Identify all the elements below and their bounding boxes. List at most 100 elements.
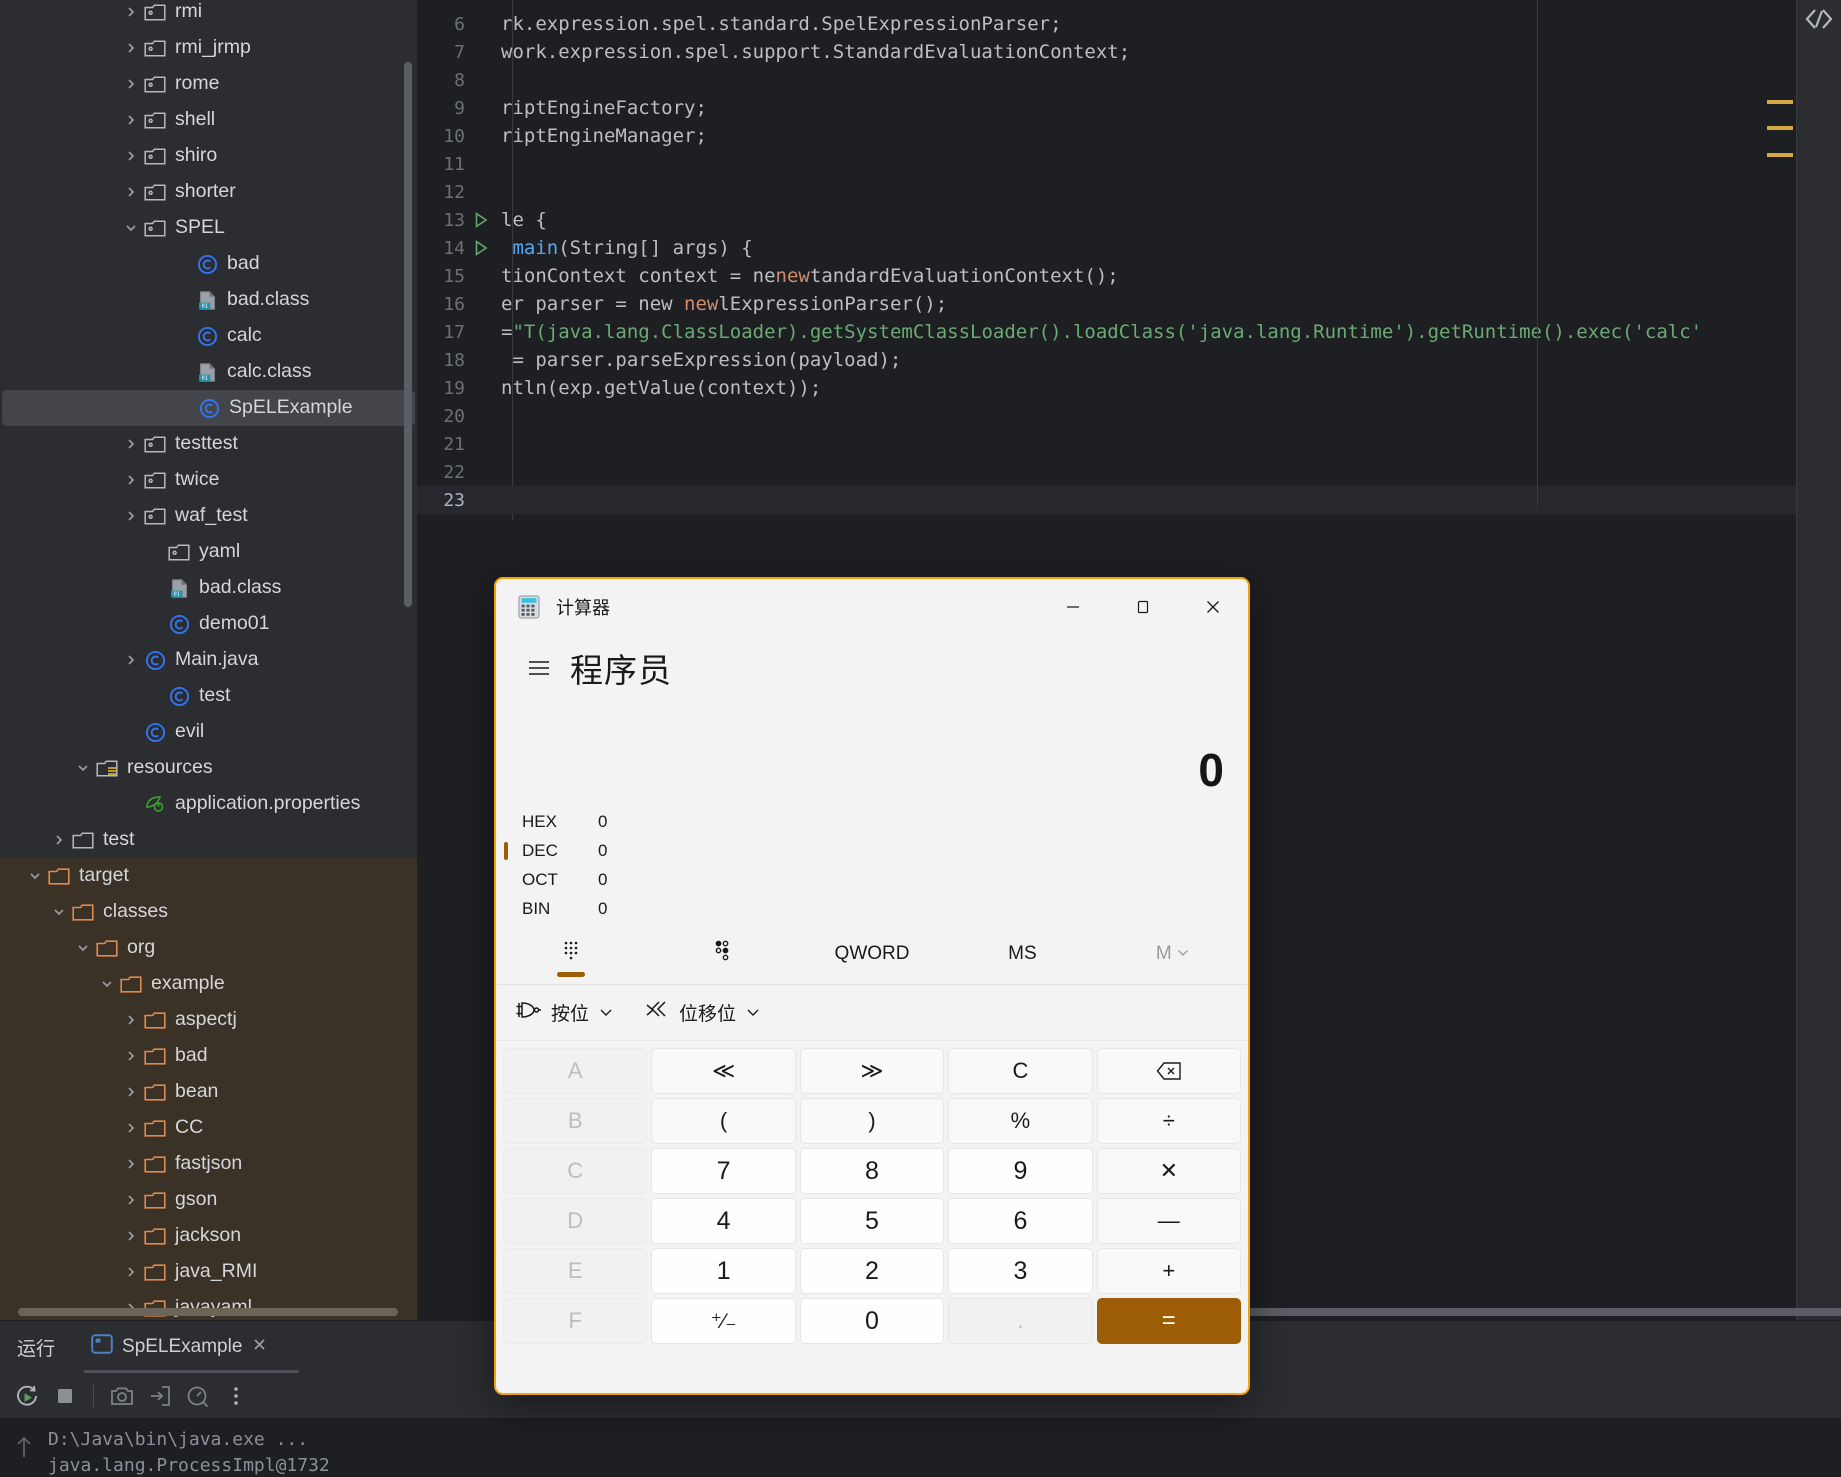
code-line[interactable]: 17 ="T(java.lang.ClassLoader).getSystemCl… (417, 318, 1841, 346)
key-0[interactable]: 0 (799, 1298, 945, 1344)
key-paren-close[interactable]: ) (799, 1098, 945, 1144)
chevron-right-icon[interactable] (120, 1225, 142, 1247)
tree-item-aspectj[interactable]: aspectj (0, 1002, 417, 1038)
maximize-button[interactable] (1108, 579, 1178, 635)
key-equals[interactable]: = (1096, 1298, 1241, 1344)
minimap-panel[interactable] (1797, 0, 1841, 1320)
bitkeypad-tab[interactable] (646, 923, 796, 985)
code-line[interactable]: 10 riptEngineManager; (417, 122, 1841, 150)
close-button[interactable] (1178, 579, 1248, 635)
tree-item-gson[interactable]: gson (0, 1182, 417, 1218)
chevron-down-icon[interactable] (48, 901, 70, 923)
run-gutter-icon[interactable] (465, 211, 497, 229)
radix-row-bin[interactable]: BIN 0 (496, 894, 1248, 923)
calculator-operator-bar[interactable]: 按位 位移位 (496, 985, 1248, 1041)
chevron-right-icon[interactable] (120, 469, 142, 491)
chevron-right-icon[interactable] (120, 1081, 142, 1103)
wordsize-tab[interactable]: QWORD (797, 923, 947, 985)
chevron-down-icon[interactable] (72, 937, 94, 959)
hamburger-icon[interactable] (520, 649, 558, 687)
chevron-right-icon[interactable] (120, 1009, 142, 1031)
warning-marker[interactable] (1767, 100, 1793, 104)
console-scroll-up-icon[interactable] (0, 1419, 48, 1477)
camera-icon[interactable] (103, 1377, 141, 1415)
chevron-right-icon[interactable] (120, 109, 142, 131)
close-icon[interactable] (251, 1336, 268, 1359)
chevron-right-icon[interactable] (120, 433, 142, 455)
key-4[interactable]: 4 (651, 1198, 796, 1244)
code-line[interactable]: 14 main(String[] args) { (417, 234, 1841, 262)
chevron-down-icon[interactable] (24, 865, 46, 887)
tree-item-testtest[interactable]: testtest (0, 426, 417, 462)
tree-item-jackson[interactable]: jackson (0, 1218, 417, 1254)
warning-marker[interactable] (1767, 126, 1793, 130)
tree-item-bad-class[interactable]: 01 bad.class (0, 570, 417, 606)
keypad-tab[interactable] (496, 923, 646, 985)
window-controls[interactable] (1038, 579, 1248, 635)
tree-item-twice[interactable]: twice (0, 462, 417, 498)
key-6[interactable]: 6 (948, 1198, 1093, 1244)
tree-item-org[interactable]: org (0, 930, 417, 966)
code-line[interactable]: 8 (417, 66, 1841, 94)
code-inspection-icon[interactable] (1799, 2, 1839, 36)
chevron-right-icon[interactable] (120, 1, 142, 23)
chevron-down-icon[interactable] (598, 1002, 614, 1024)
tree-item-calc-class[interactable]: 01 calc.class (0, 354, 417, 390)
tree-item-shiro[interactable]: shiro (0, 138, 417, 174)
key-divide[interactable]: ÷ (1096, 1098, 1241, 1144)
key-add[interactable]: + (1096, 1248, 1241, 1294)
key-2[interactable]: 2 (799, 1248, 945, 1294)
tree-item-rmi[interactable]: rmi (0, 0, 417, 30)
more-icon[interactable] (217, 1377, 255, 1415)
code-line[interactable]: 9 riptEngineFactory; (417, 94, 1841, 122)
tree-item-bad[interactable]: bad (0, 1038, 417, 1074)
chevron-right-icon[interactable] (120, 181, 142, 203)
chevron-right-icon[interactable] (120, 1189, 142, 1211)
tree-item-example[interactable]: example (0, 966, 417, 1002)
tree-item-rome[interactable]: rome (0, 66, 417, 102)
chevron-right-icon[interactable] (120, 37, 142, 59)
code-line[interactable]: 16 er parser = new newlExpressionParser()… (417, 290, 1841, 318)
key-7[interactable]: 7 (651, 1148, 796, 1194)
tree-item-test[interactable]: test (0, 678, 417, 714)
radix-row-hex[interactable]: HEX 0 (496, 807, 1248, 836)
key-1[interactable]: 1 (651, 1248, 796, 1294)
key-5[interactable]: 5 (799, 1198, 945, 1244)
tree-item-bad[interactable]: bad (0, 246, 417, 282)
code-line[interactable]: 21 (417, 430, 1841, 458)
stop-icon[interactable] (46, 1377, 84, 1415)
bitwise-dropdown[interactable]: 按位 (516, 999, 614, 1026)
chevron-right-icon[interactable] (120, 73, 142, 95)
project-tree-sidebar[interactable]: rmi rmi_jrmp rome shell shiro shorter SPEL bad 0… (0, 0, 417, 1320)
tree-item-main-java[interactable]: Main.java (0, 642, 417, 678)
tree-item-target[interactable]: target (0, 858, 417, 894)
tree-item-bad-class[interactable]: 01 bad.class (0, 282, 417, 318)
radix-conversion-list[interactable]: HEX 0 DEC 0 OCT 0 BIN 0 (496, 801, 1248, 923)
code-line[interactable]: 13 le { (417, 206, 1841, 234)
key-paren-open[interactable]: ( (651, 1098, 796, 1144)
key-8[interactable]: 8 (799, 1148, 945, 1194)
key-multiply[interactable]: ✕ (1096, 1148, 1241, 1194)
tree-item-bean[interactable]: bean (0, 1074, 417, 1110)
sidebar-horizontal-scrollbar[interactable] (18, 1308, 398, 1316)
key-plusminus[interactable]: ⁺∕₋ (651, 1298, 796, 1344)
tree-item-spelexample[interactable]: SpELExample (2, 390, 415, 426)
code-line[interactable]: 11 (417, 150, 1841, 178)
code-line[interactable]: 19 ntln(exp.getValue(context)); (417, 374, 1841, 402)
code-line[interactable]: 15 tionContext context = nenewtandardEval… (417, 262, 1841, 290)
tree-item-cc[interactable]: CC (0, 1110, 417, 1146)
code-line[interactable]: 7 work.expression.spel.support.StandardEv… (417, 38, 1841, 66)
rerun-icon[interactable] (8, 1377, 46, 1415)
radix-row-oct[interactable]: OCT 0 (496, 865, 1248, 894)
chevron-right-icon[interactable] (48, 829, 70, 851)
bitshift-dropdown[interactable]: 位移位 (644, 999, 761, 1026)
tree-item-fastjson[interactable]: fastjson (0, 1146, 417, 1182)
tree-item-spel[interactable]: SPEL (0, 210, 417, 246)
code-line[interactable]: 22 (417, 458, 1841, 486)
chevron-right-icon[interactable] (120, 505, 142, 527)
tree-item-application-properties[interactable]: application.properties (0, 786, 417, 822)
import-icon[interactable] (141, 1377, 179, 1415)
tree-item-resources[interactable]: resources (0, 750, 417, 786)
chevron-right-icon[interactable] (120, 1045, 142, 1067)
chevron-right-icon[interactable] (120, 649, 142, 671)
